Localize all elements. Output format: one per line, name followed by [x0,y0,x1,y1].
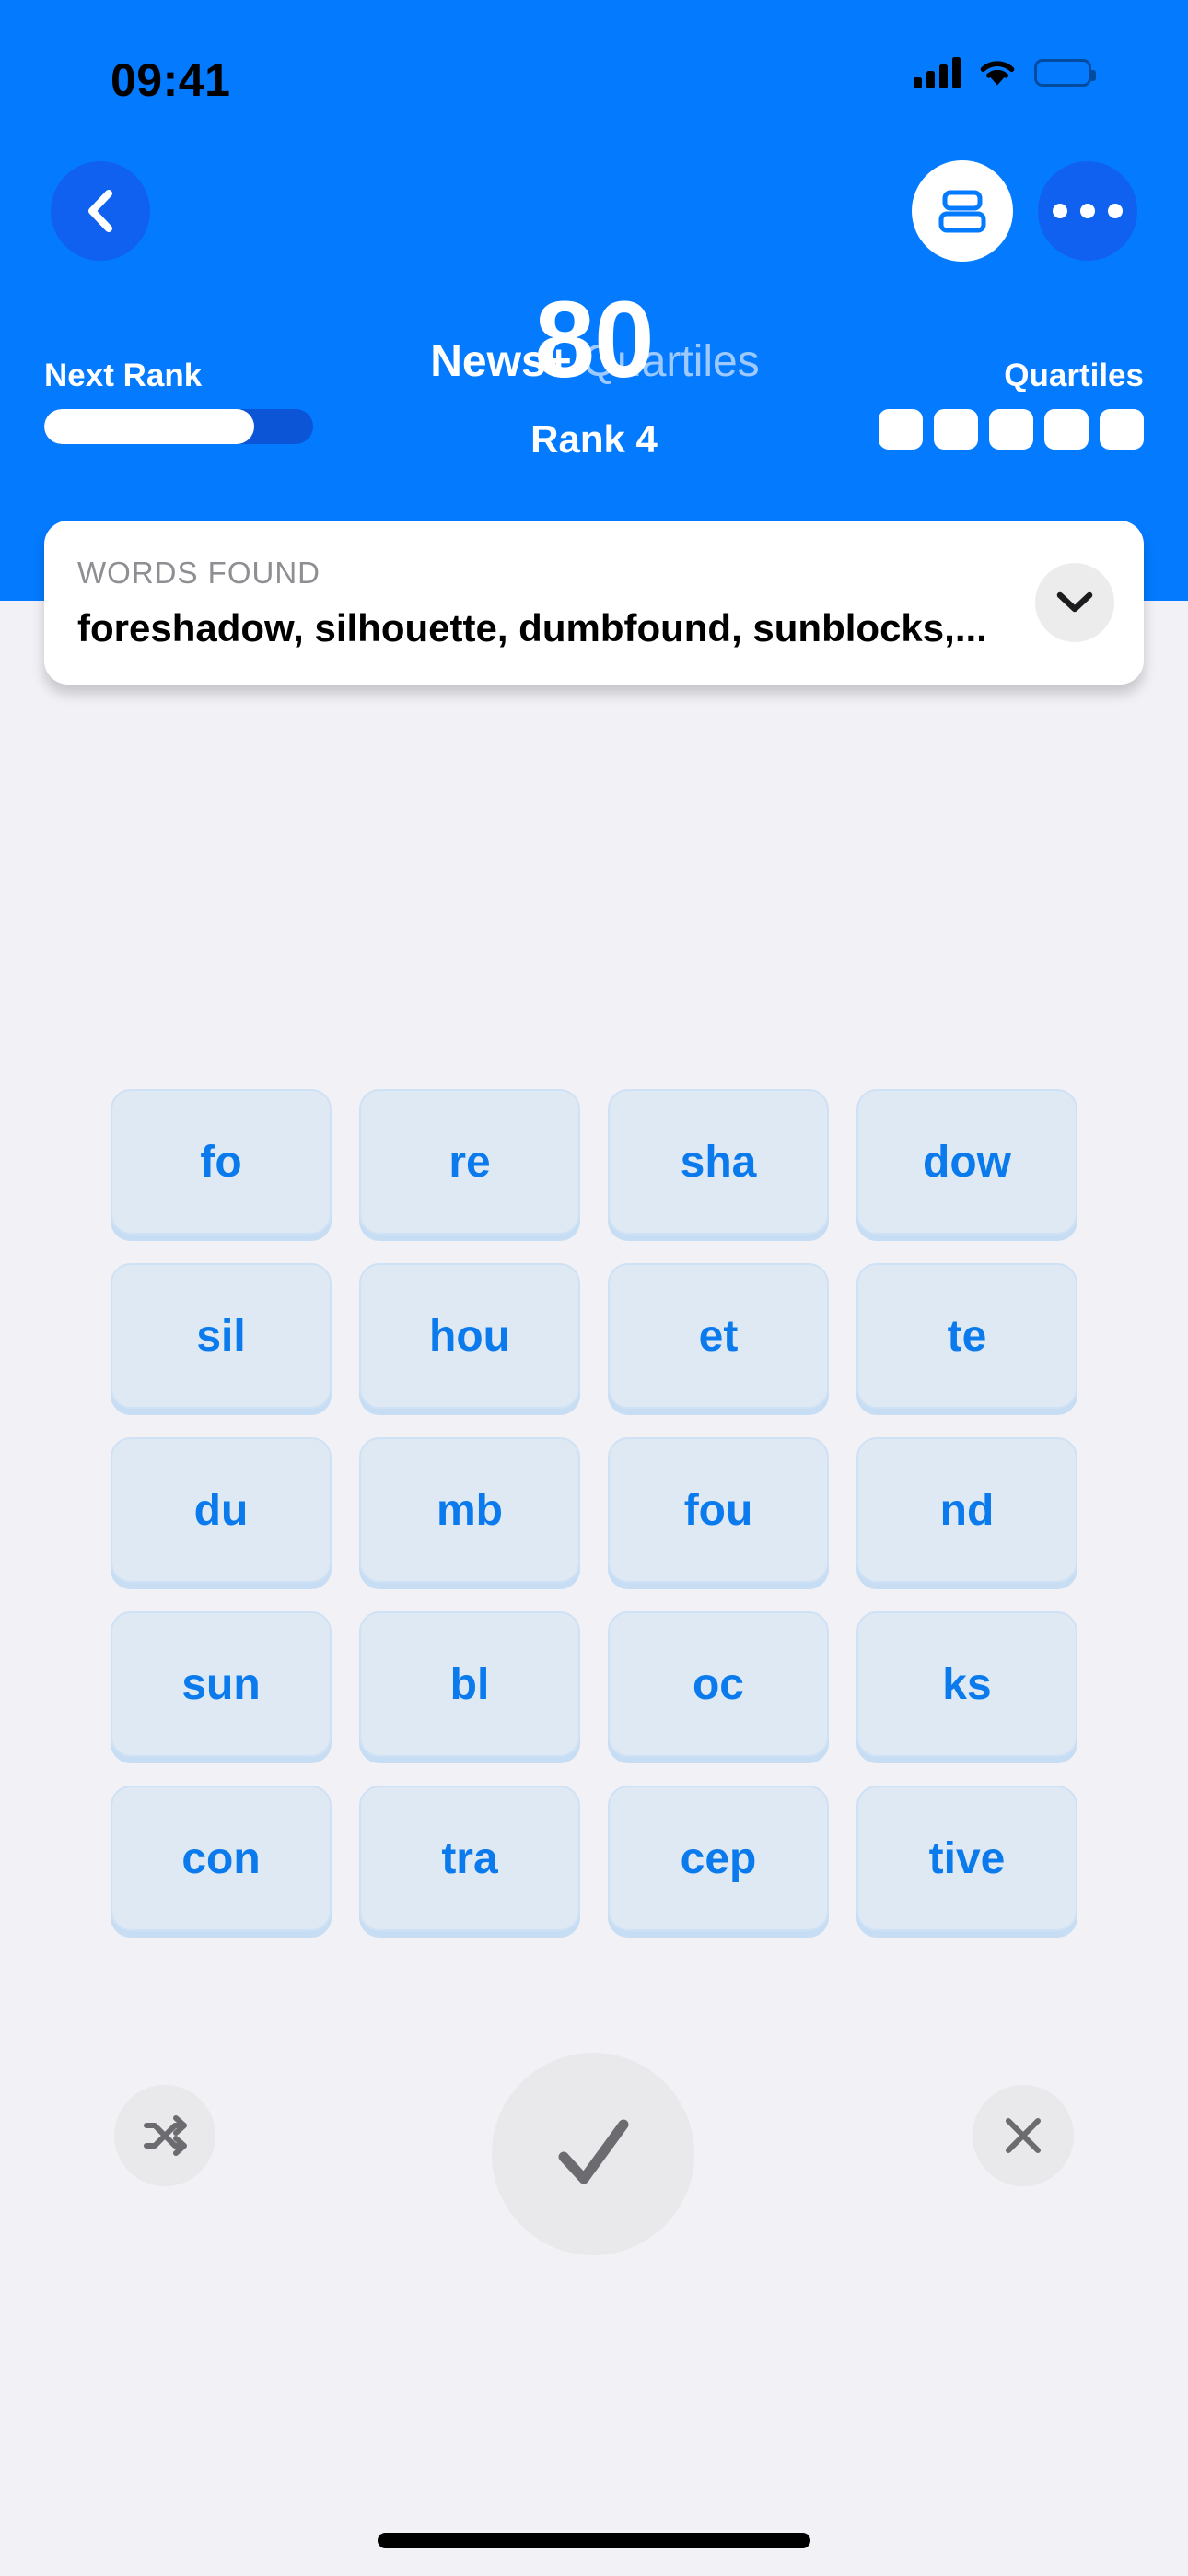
navigation-bar: News+ Quartiles [0,160,1188,386]
progress-fill [44,409,254,444]
more-options-button[interactable] [1038,161,1137,261]
letter-tile[interactable]: bl [359,1611,580,1757]
close-x-icon [1006,2118,1041,2153]
letter-tile[interactable]: cep [608,1786,829,1931]
letter-tile[interactable]: sha [608,1089,829,1235]
quartile-box [1044,409,1089,450]
next-rank-label: Next Rank [44,357,203,393]
letter-tile[interactable]: con [111,1786,332,1931]
status-bar-indicators [914,57,1096,88]
letter-tile[interactable]: fo [111,1089,332,1235]
progress-track [44,409,313,444]
action-bar [0,2053,1188,2255]
letter-tile[interactable]: et [608,1263,829,1409]
stacked-rows-icon [938,190,986,233]
chevron-down-icon [1056,591,1093,613]
status-bar: 09:41 [0,0,1188,111]
letter-tile[interactable]: nd [856,1437,1077,1583]
words-found-list: foreshadow, silhouette, dumbfound, sunbl… [77,606,987,650]
cellular-signal-icon [914,57,961,88]
battery-icon [1034,59,1096,87]
ellipsis-icon [1053,204,1123,218]
letter-tile[interactable]: hou [359,1263,580,1409]
letter-tile[interactable]: tra [359,1786,580,1931]
letter-tile[interactable]: ks [856,1611,1077,1757]
words-found-card[interactable]: WORDS FOUND foreshadow, silhouette, dumb… [44,521,1144,685]
home-indicator [378,2533,810,2548]
shuffle-icon [144,2115,187,2156]
checkmark-icon [558,2119,629,2184]
next-rank-progress: Next Rank [44,357,348,444]
letter-tile[interactable]: dow [856,1089,1077,1235]
letter-tile[interactable]: du [111,1437,332,1583]
wifi-icon [980,61,1015,86]
letter-tile-grid: fo re sha dow sil hou et te du mb fou nd sun bl oc ks co… [111,1089,1077,1931]
status-bar-time: 09:41 [111,54,231,106]
letter-tile[interactable]: sun [111,1611,332,1757]
letter-tile[interactable]: fou [608,1437,829,1583]
quartile-box [989,409,1033,450]
app-screen: 09:41 News+ Quartiles 80 Rank 4 Next Ran… [0,0,1188,2576]
back-button[interactable] [51,161,150,261]
submit-button[interactable] [492,2053,694,2255]
letter-tile[interactable]: mb [359,1437,580,1583]
layout-toggle-button[interactable] [912,160,1013,262]
letter-tile[interactable]: sil [111,1263,332,1409]
letter-tile[interactable]: tive [856,1786,1077,1931]
words-found-heading: WORDS FOUND [77,556,320,590]
shuffle-button[interactable] [114,2085,215,2186]
quartiles-label: Quartiles [1004,357,1144,393]
letter-tile[interactable]: re [359,1089,580,1235]
letter-tile[interactable]: te [856,1263,1077,1409]
quartile-box [934,409,978,450]
quartiles-boxes [879,409,1144,450]
quartiles-indicator: Quartiles [879,357,1144,450]
words-found-expand-button[interactable] [1035,563,1114,642]
quartile-box [1100,409,1144,450]
letter-tile[interactable]: oc [608,1611,829,1757]
quartile-box [879,409,923,450]
clear-button[interactable] [973,2085,1074,2186]
chevron-left-icon [88,190,112,232]
